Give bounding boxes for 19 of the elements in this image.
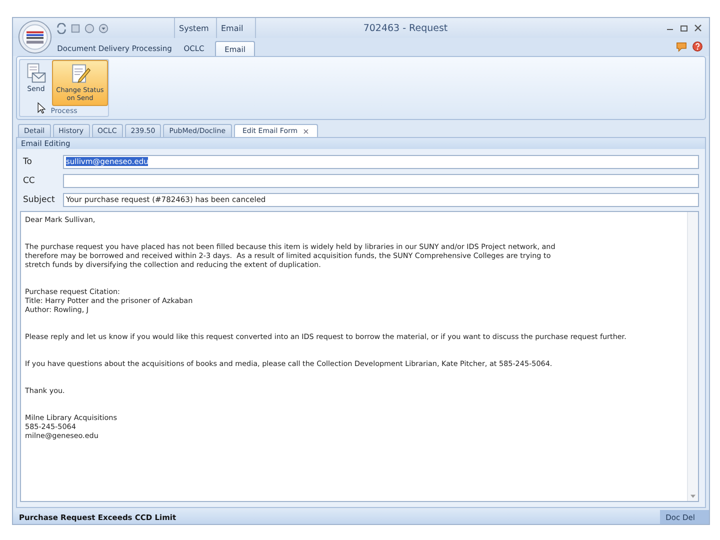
- close-tab-button[interactable]: ×: [302, 126, 310, 136]
- window-title: 702463 - Request: [362, 22, 449, 36]
- maximize-icon[interactable]: [679, 23, 689, 33]
- help-icon[interactable]: [692, 40, 703, 52]
- field-label: Subject: [22, 194, 56, 204]
- envelope-icon: [25, 62, 47, 84]
- save-icon[interactable]: [70, 22, 81, 34]
- round-button-icon[interactable]: [84, 22, 95, 34]
- close-icon[interactable]: [693, 23, 703, 33]
- dropdown-icon[interactable]: [98, 22, 109, 34]
- pencil-document-icon: [69, 63, 91, 85]
- scrollbar[interactable]: [687, 212, 698, 501]
- comment-icon[interactable]: [676, 40, 687, 52]
- input-field[interactable]: [63, 174, 699, 188]
- app-menu-icon[interactable]: [18, 20, 52, 54]
- refresh-icon[interactable]: [56, 22, 67, 34]
- field-label: To: [22, 156, 33, 166]
- field-label: CC: [22, 176, 36, 186]
- cursor-icon: [37, 102, 46, 114]
